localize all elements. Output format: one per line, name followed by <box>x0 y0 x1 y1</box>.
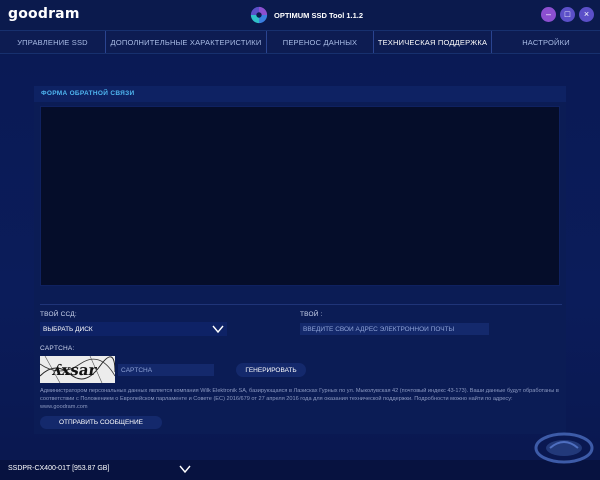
captcha-text: ʎxsar <box>51 361 99 379</box>
privacy-notice: Администратором персональных данных явля… <box>40 388 559 410</box>
chevron-down-icon <box>212 325 224 334</box>
goodram-logo: goodram <box>8 6 80 22</box>
watermark-logo <box>534 432 594 464</box>
email-input[interactable] <box>300 323 489 335</box>
tab-tech-support[interactable]: ТЕХНИЧЕСКАЯ ПОДДЕРЖКА <box>374 31 492 53</box>
captcha-noise: ʎxsar <box>40 356 115 383</box>
drive-selector-label[interactable]: SSDPR-CX400-01T [953.87 GB] <box>8 465 109 472</box>
minimize-button[interactable]: – <box>541 7 556 22</box>
tab-data-migration[interactable]: ПЕРЕНОС ДАННЫХ <box>267 31 374 53</box>
ssd-select-value: ВЫБРАТЬ ДИСК <box>43 325 93 333</box>
email-label: ТВОЙ : <box>300 311 323 318</box>
generate-button[interactable]: ГЕНЕРИРОВАТЬ <box>236 363 306 377</box>
app-title-group: OPTIMUM SSD Tool 1.1.2 <box>250 5 363 25</box>
message-textarea[interactable] <box>40 106 560 286</box>
maximize-button[interactable]: □ <box>560 7 575 22</box>
ssd-select[interactable]: ВЫБРАТЬ ДИСК <box>40 322 227 336</box>
feedback-form-title: ФОРМА ОБРАТНОЙ СВЯЗИ <box>41 90 135 97</box>
close-button[interactable]: × <box>579 7 594 22</box>
main-nav: УПРАВЛЕНИЕ SSD ДОПОЛНИТЕЛЬНЫЕ ХАРАКТЕРИС… <box>0 30 600 54</box>
tab-additional-features[interactable]: ДОПОЛНИТЕЛЬНЫЕ ХАРАКТЕРИСТИКИ <box>106 31 267 53</box>
drive-chevron-down-icon[interactable] <box>178 463 192 475</box>
app-title: OPTIMUM SSD Tool 1.1.2 <box>274 10 364 20</box>
ssd-label: ТВОЙ ССД: <box>40 311 77 318</box>
window-controls: – □ × <box>541 7 594 22</box>
tab-settings[interactable]: НАСТРОЙКИ <box>492 31 600 53</box>
tab-ssd-management[interactable]: УПРАВЛЕНИЕ SSD <box>0 31 106 53</box>
send-message-button[interactable]: ОТПРАВИТЬ СООБЩЕНИЕ <box>40 416 162 429</box>
app-aperture-icon <box>250 6 268 24</box>
captcha-input[interactable] <box>118 364 214 376</box>
captcha-label: CAPTCHA: <box>40 345 75 352</box>
form-divider <box>40 304 562 305</box>
captcha-image: ʎxsar <box>40 356 115 383</box>
title-bar: goodram OPTIMUM SSD Tool 1.1.2 – □ × <box>0 0 600 30</box>
